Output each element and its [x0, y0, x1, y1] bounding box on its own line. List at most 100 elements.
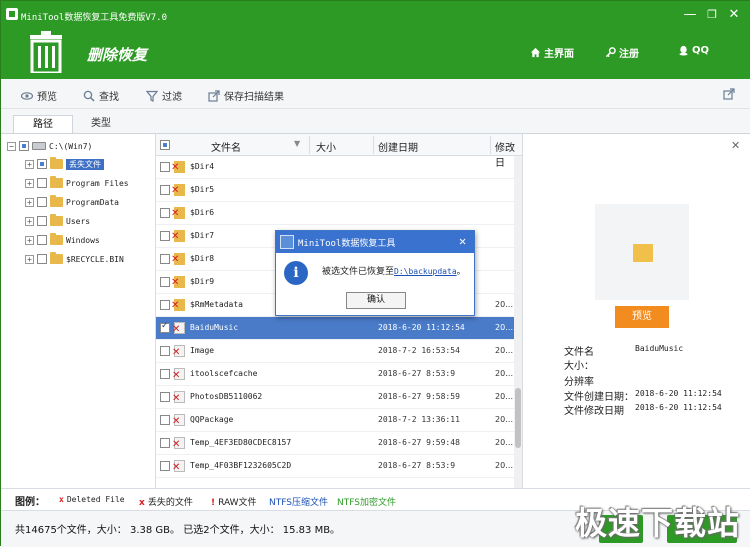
column-size[interactable]: 大小 — [316, 139, 336, 154]
table-row[interactable]: ✕ QQPackage 2018-7-2 13:36:11 20… — [156, 409, 522, 432]
folder-icon: ✕ — [171, 253, 185, 265]
tree-checkbox[interactable] — [37, 254, 47, 264]
lost-marker-icon: ✕ — [171, 208, 180, 219]
table-row[interactable]: ✕ $Dir6 — [156, 202, 522, 225]
table-row[interactable]: ✕ BaiduMusic 2018-6-20 11:12:54 20… — [156, 317, 522, 340]
find-button[interactable]: 查找 — [83, 88, 119, 103]
folder-icon — [50, 214, 63, 226]
collapse-icon[interactable]: − — [7, 141, 16, 151]
tree-node-recycle-bin[interactable]: + $RECYCLE.BIN — [25, 250, 124, 268]
dialog-ok-button[interactable]: 确认 — [346, 292, 406, 309]
file-created-date: 2018-6-27 9:59:48 — [378, 438, 460, 447]
close-button[interactable]: ✕ — [723, 5, 745, 25]
tree-node-program-files[interactable]: + Program Files — [25, 174, 129, 192]
deleted-file-icon: ✕ — [172, 391, 185, 404]
nav-register[interactable]: 注册 — [605, 45, 639, 60]
file-name: $Dir5 — [190, 185, 215, 194]
row-checkbox[interactable] — [160, 185, 170, 195]
expand-icon[interactable]: + — [25, 178, 34, 188]
save-scan-button[interactable]: 保存扫描结果 — [208, 88, 284, 103]
tree-checkbox[interactable] — [37, 216, 47, 226]
recovery-path-link[interactable]: D:\backupdata — [394, 267, 457, 276]
legend-deleted-label: Deleted File — [66, 495, 125, 504]
vertical-scrollbar[interactable] — [514, 156, 522, 488]
file-modified-date: 20… — [495, 392, 514, 401]
row-checkbox[interactable] — [160, 162, 170, 172]
preview-button[interactable]: 预览 — [615, 306, 669, 328]
row-checkbox[interactable] — [160, 346, 170, 356]
tab-path[interactable]: 路径 — [13, 115, 73, 133]
tree-node-label: C:\(Win7) — [49, 141, 93, 151]
table-row[interactable]: ✕ Temp_4EF3ED80CDEC8157 2018-6-27 9:59:48 2… — [156, 432, 522, 455]
row-checkbox[interactable] — [160, 300, 170, 310]
nav-qq[interactable]: QQ — [678, 45, 709, 56]
view-tabs: 路径 类型 — [1, 109, 750, 133]
dialog-close-icon[interactable]: ✕ — [459, 234, 466, 248]
tree-checkbox[interactable] — [37, 235, 47, 245]
expand-icon[interactable]: + — [25, 159, 34, 169]
row-checkbox[interactable] — [160, 321, 170, 333]
expand-icon[interactable]: + — [25, 235, 34, 245]
file-modified-date: 20… — [495, 415, 514, 424]
tree-checkbox[interactable] — [37, 178, 47, 188]
table-row[interactable]: ✕ Image 2018-7-2 16:53:54 20… — [156, 340, 522, 363]
file-modified-date: 20… — [495, 323, 514, 332]
expand-icon[interactable]: + — [25, 216, 34, 226]
table-row[interactable]: ✕ PhotosDB5110062 2018-6-27 9:58:59 20… — [156, 386, 522, 409]
restore-button[interactable]: ❐ — [701, 5, 723, 25]
table-row[interactable]: ✕ $Dir4 — [156, 156, 522, 179]
row-checkbox[interactable] — [160, 231, 170, 241]
export-corner-button[interactable] — [723, 88, 735, 100]
select-all-checkbox[interactable] — [160, 140, 170, 150]
filter-button[interactable]: 过滤 — [146, 88, 182, 103]
tree-node-windows[interactable]: + Windows — [25, 231, 100, 249]
tree-node-programdata[interactable]: + ProgramData — [25, 193, 119, 211]
minimize-button[interactable]: — — [679, 5, 701, 25]
app-logo-icon — [6, 8, 18, 20]
tree-node-drive[interactable]: − C:\(Win7) — [7, 137, 92, 155]
row-checkbox[interactable] — [160, 392, 170, 402]
tree-node-users[interactable]: + Users — [25, 212, 90, 230]
tab-type[interactable]: 类型 — [71, 115, 131, 133]
row-checkbox[interactable] — [160, 415, 170, 425]
column-created[interactable]: 创建日期 — [378, 139, 418, 154]
file-name: Temp_4F03BF1232605C2D — [190, 461, 292, 470]
nav-home[interactable]: 主界面 — [530, 45, 574, 60]
tree-node-label: Program Files — [66, 178, 129, 188]
tree-checkbox[interactable] — [19, 141, 29, 151]
file-name: $Dir7 — [190, 231, 215, 240]
table-row[interactable]: ✕ Temp_4F03BF1232605C2D 2018-6-27 8:53:9 20… — [156, 455, 522, 478]
column-name[interactable]: 文件名 — [211, 139, 241, 154]
file-modified-date: 20… — [495, 461, 514, 470]
deleted-file-icon: ✕ — [172, 322, 185, 335]
sort-icon[interactable]: ▼ — [294, 139, 300, 148]
tree-checkbox[interactable] — [37, 159, 47, 169]
legend-ntfs-compressed: NTFS压缩文件 — [269, 498, 328, 508]
row-checkbox[interactable] — [160, 461, 170, 471]
table-row[interactable]: ✕ $Dir5 — [156, 179, 522, 202]
dialog-message-text: 被选文件已恢复至 — [322, 267, 395, 277]
row-checkbox[interactable] — [160, 254, 170, 264]
tree-node-lost-files[interactable]: + 丢失文件 — [25, 155, 104, 173]
find-label: 查找 — [99, 92, 119, 103]
file-name: $Dir9 — [190, 277, 215, 286]
table-row[interactable]: ✕ itoolscefcache 2018-6-27 8:53:9 20… — [156, 363, 522, 386]
info-label-filename: 文件名 — [564, 347, 594, 358]
tree-node-label: Windows — [66, 235, 100, 245]
row-checkbox[interactable] — [160, 208, 170, 218]
info-value-filename: BaiduMusic — [635, 344, 684, 353]
expand-icon[interactable]: + — [25, 197, 34, 207]
scrollbar-thumb[interactable] — [515, 388, 521, 448]
tree-checkbox[interactable] — [37, 197, 47, 207]
deleted-file-icon: ✕ — [172, 460, 185, 473]
row-checkbox[interactable] — [160, 369, 170, 379]
row-checkbox[interactable] — [160, 438, 170, 448]
lost-x-icon: x — [139, 498, 145, 508]
preview-tool-button[interactable]: 预览 — [21, 88, 57, 103]
preview-pane: ✕ 预览 文件名 BaiduMusic 大小： 分辨率 文件创建日期： 2018… — [522, 133, 750, 488]
file-created-date: 2018-6-20 11:12:54 — [378, 323, 465, 332]
close-preview-icon[interactable]: ✕ — [731, 139, 740, 152]
legend-lost-label: 丢失的文件 — [147, 498, 193, 508]
row-checkbox[interactable] — [160, 277, 170, 287]
expand-icon[interactable]: + — [25, 254, 34, 264]
